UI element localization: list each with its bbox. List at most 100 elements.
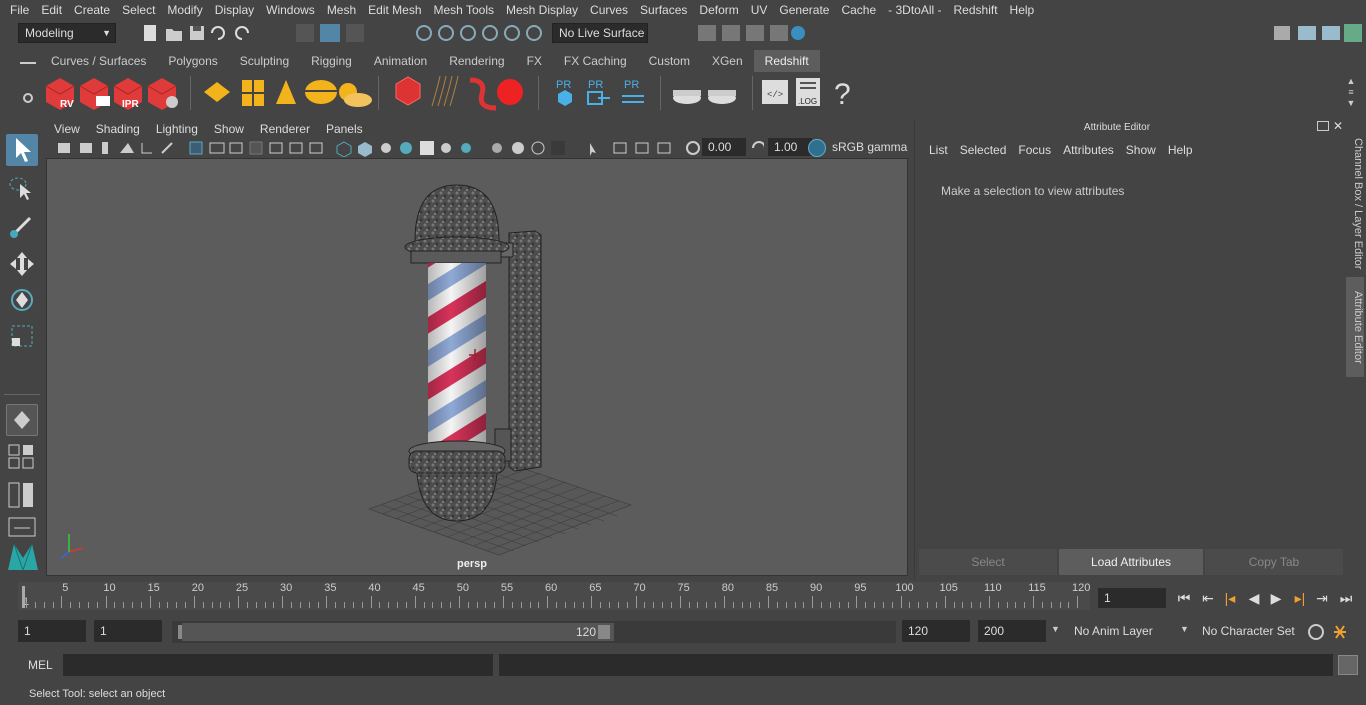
range-slider[interactable]: 1 120 <box>172 621 896 643</box>
ae-menu-focus[interactable]: Focus <box>1012 143 1057 157</box>
snap-edge-icon[interactable] <box>526 25 542 41</box>
menu-deform[interactable]: Deform <box>693 3 744 17</box>
paint-select-tool-icon[interactable] <box>6 210 38 242</box>
menu-edit[interactable]: Edit <box>35 3 68 17</box>
menu-mesh-tools[interactable]: Mesh Tools <box>428 3 500 17</box>
isolate-select-icon[interactable] <box>551 141 565 155</box>
snap-surface-icon[interactable] <box>504 25 520 41</box>
select-component-icon[interactable] <box>346 24 364 42</box>
redo-icon[interactable] <box>235 26 249 40</box>
menu-cache[interactable]: Cache <box>835 3 882 17</box>
tab-rigging[interactable]: Rigging <box>300 50 363 72</box>
wireframe-on-shaded-icon[interactable] <box>381 143 391 153</box>
script-editor-button[interactable] <box>1338 655 1358 675</box>
color-management-icon[interactable] <box>808 139 826 157</box>
redshift-settings-icon[interactable] <box>147 78 178 110</box>
viewport-menu-show[interactable]: Show <box>206 122 252 136</box>
float-panel-icon[interactable] <box>1317 121 1329 131</box>
tab-xgen[interactable]: XGen <box>701 50 754 72</box>
redshift-dome-light-icon[interactable] <box>305 80 337 104</box>
ae-menu-help[interactable]: Help <box>1162 143 1199 157</box>
current-time-marker[interactable] <box>22 586 25 608</box>
xray-icon[interactable] <box>590 143 596 156</box>
tab-attribute-editor[interactable]: Attribute Editor <box>1346 277 1364 377</box>
gate-mask-icon[interactable] <box>249 141 263 155</box>
shadows-icon[interactable] <box>441 143 451 153</box>
shelf-settings-gear-icon[interactable] <box>20 90 36 106</box>
open-scene-icon[interactable] <box>166 29 182 41</box>
menu-curves[interactable]: Curves <box>584 3 634 17</box>
safe-title-icon[interactable] <box>309 142 323 154</box>
bake-icon[interactable] <box>673 90 701 104</box>
step-forward-frame-icon[interactable]: ▸| <box>1290 589 1310 607</box>
use-all-lights-icon[interactable] <box>420 141 434 155</box>
menu-windows[interactable]: Windows <box>260 3 321 17</box>
smooth-shade-icon[interactable] <box>358 142 372 157</box>
outliner-layout-icon[interactable] <box>6 480 38 510</box>
play-backward-icon[interactable]: ◀ <box>1244 589 1264 607</box>
backface-culling-icon[interactable] <box>657 142 671 154</box>
save-scene-icon[interactable] <box>190 26 204 40</box>
viewport-menu-panels[interactable]: Panels <box>318 122 371 136</box>
viewport-persp[interactable]: persp <box>46 158 908 576</box>
grease-pencil-icon[interactable] <box>161 142 173 154</box>
tool-settings-icon[interactable] <box>1322 26 1340 40</box>
tab-fx-caching[interactable]: FX Caching <box>553 50 638 72</box>
play-forward-icon[interactable]: ▶ <box>1266 589 1286 607</box>
live-surface-field[interactable]: No Live Surface <box>552 23 648 43</box>
menu-set-dropdown[interactable]: Modeling ▼ <box>18 23 116 43</box>
maya-logo-icon[interactable] <box>6 540 38 574</box>
ae-menu-show[interactable]: Show <box>1120 143 1162 157</box>
range-slider-bar[interactable] <box>182 623 614 641</box>
redshift-curve-icon[interactable] <box>469 77 497 111</box>
menu-redshift[interactable]: Redshift <box>948 3 1004 17</box>
motion-blur-icon[interactable] <box>492 143 502 153</box>
select-object-icon[interactable] <box>320 24 340 42</box>
menu-generate[interactable]: Generate <box>773 3 835 17</box>
tab-animation[interactable]: Animation <box>363 50 438 72</box>
ae-menu-selected[interactable]: Selected <box>954 143 1013 157</box>
redshift-ipr-icon[interactable]: IPR <box>113 78 143 110</box>
camera-select-icon[interactable] <box>58 143 70 153</box>
step-back-key-icon[interactable]: ⇤ <box>1198 589 1218 607</box>
help-question-icon[interactable]: ? <box>834 78 851 111</box>
menu-display[interactable]: Display <box>209 3 260 17</box>
tab-channel-box[interactable]: Channel Box / Layer Editor <box>1346 129 1364 279</box>
snap-grid-icon[interactable] <box>416 25 432 41</box>
menu-uv[interactable]: UV <box>745 3 774 17</box>
menu-file[interactable]: File <box>4 3 35 17</box>
playback-end-field[interactable]: 120 <box>902 620 970 642</box>
snap-view-icon[interactable] <box>482 25 498 41</box>
image-plane-icon[interactable] <box>120 143 134 153</box>
redshift-sphere-icon[interactable] <box>497 79 523 105</box>
select-button[interactable]: Select <box>919 549 1057 575</box>
tab-redshift[interactable]: Redshift <box>753 50 820 72</box>
redshift-proxy-icon[interactable] <box>204 82 230 102</box>
two-d-pan-icon[interactable] <box>141 143 152 154</box>
viewport-menu-shading[interactable]: Shading <box>88 122 148 136</box>
gamma-icon[interactable] <box>750 139 764 157</box>
safe-action-icon[interactable] <box>289 142 303 154</box>
redshift-volume-icon[interactable] <box>395 76 421 106</box>
go-to-end-icon[interactable]: ⏭ <box>1336 589 1356 607</box>
character-set-dropdown[interactable]: No Character Set <box>1196 620 1300 642</box>
menu-3dtoall[interactable]: - 3DtoAll - <box>882 3 947 17</box>
menu-edit-mesh[interactable]: Edit Mesh <box>362 3 427 17</box>
chevron-down-icon[interactable]: ▼ <box>1051 624 1060 634</box>
tab-sculpting[interactable]: Sculpting <box>229 50 300 72</box>
xray-joints-icon[interactable] <box>613 142 627 154</box>
chevron-down-icon[interactable]: ▼ <box>1180 624 1189 634</box>
viewport-menu-view[interactable]: View <box>46 122 88 136</box>
gamma-field[interactable]: 1.00 <box>768 138 812 156</box>
redshift-render-view-icon[interactable]: RV <box>45 78 75 110</box>
menu-mesh-display[interactable]: Mesh Display <box>500 3 584 17</box>
menu-surfaces[interactable]: Surfaces <box>634 3 693 17</box>
attribute-editor-toggle-icon[interactable] <box>1298 26 1316 40</box>
shelf-tabs-menu-icon[interactable] <box>20 56 36 70</box>
close-panel-icon[interactable]: ✕ <box>1333 119 1343 133</box>
animation-end-field[interactable]: 200 <box>978 620 1046 642</box>
animation-preferences-icon[interactable] <box>1334 625 1346 639</box>
four-view-layout-icon[interactable] <box>6 442 38 472</box>
ipr-render-icon[interactable] <box>746 25 764 41</box>
auto-key-icon[interactable] <box>1308 624 1324 640</box>
